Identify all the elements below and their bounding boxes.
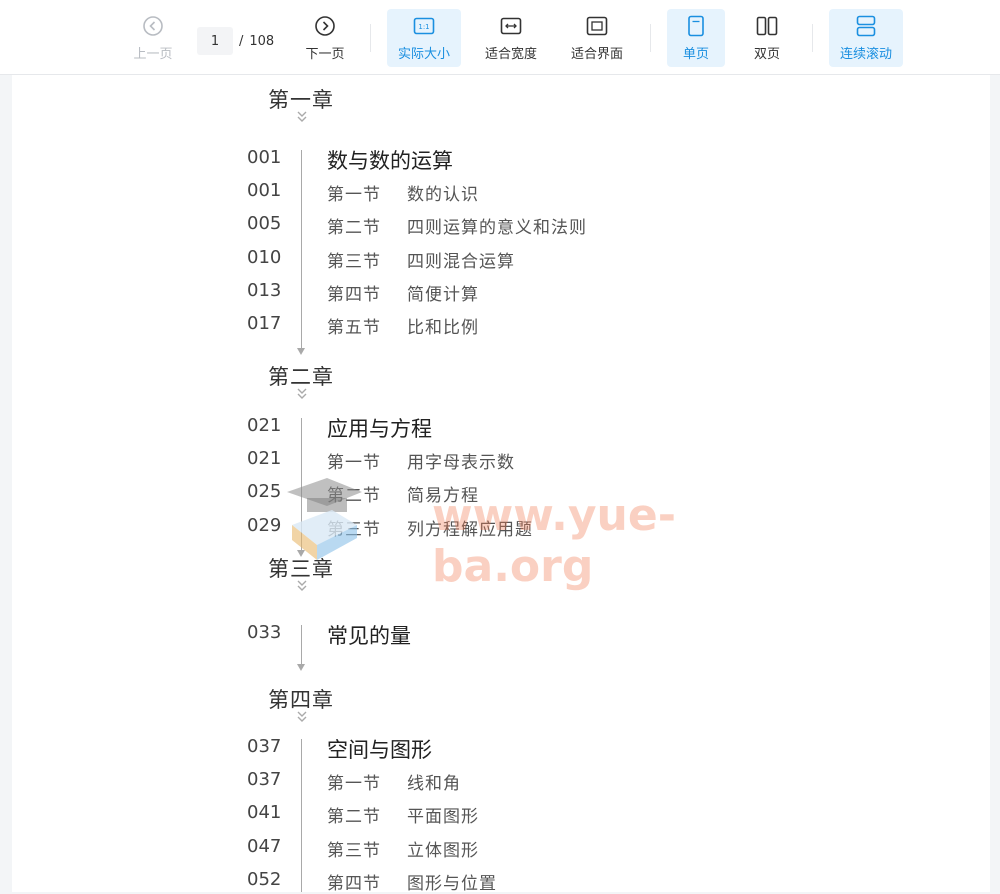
section-label: 第一节 [327, 453, 381, 474]
section-page: 005 [247, 213, 282, 235]
fit-width-icon [500, 17, 522, 34]
timeline-line [297, 418, 305, 557]
main-entry-page: 021 [247, 415, 282, 436]
toolbar-divider [812, 24, 813, 52]
section-label: 第四节 [327, 284, 381, 305]
double-chevron-down-icon [297, 388, 307, 399]
fit-width-label: 适合宽度 [484, 46, 537, 62]
section-title[interactable]: 四则混合运算 [407, 247, 515, 272]
section-label: 第二节 [327, 486, 381, 507]
section-page: 037 [247, 769, 282, 791]
section-label: 第三节 [327, 519, 381, 540]
section-title[interactable]: 平面图形 [407, 802, 479, 827]
section-title[interactable]: 四则运算的意义和法则 [407, 213, 587, 238]
main-entry-title[interactable]: 应用与方程 [327, 413, 432, 443]
section-label: 第二节 [327, 218, 381, 239]
single-page-label: 单页 [682, 46, 709, 62]
double-chevron-down-icon [297, 711, 307, 722]
single-page-button[interactable]: 单页 [667, 9, 725, 67]
section-page: 001 [247, 180, 282, 202]
section-page: 025 [247, 481, 282, 503]
main-entry-page: 037 [247, 736, 282, 757]
chevron-left-circle-icon [143, 15, 163, 36]
main-entry-page: 033 [247, 622, 282, 643]
arrow-down-icon [297, 664, 305, 671]
fit-width-button[interactable]: 适合宽度 [474, 9, 548, 67]
page-separator: / [239, 33, 244, 49]
actual-size-icon: 1:1 [413, 17, 435, 34]
timeline-line [297, 150, 305, 356]
section-page: 017 [247, 313, 282, 334]
timeline-line [297, 625, 305, 671]
section-label: 第二节 [327, 807, 381, 828]
main-entry-title[interactable]: 空间与图形 [327, 734, 432, 764]
section-page: 021 [247, 448, 282, 470]
section-title[interactable]: 数的认识 [407, 180, 479, 205]
section-title[interactable]: 图形与位置 [407, 869, 497, 894]
section-title[interactable]: 线和角 [407, 769, 461, 794]
next-page-button[interactable]: 下一页 [296, 9, 354, 67]
fit-screen-button[interactable]: 适合界面 [560, 9, 634, 67]
document-page: 第一章 001 数与数的运算 001 第一节 数的认识 005 第二节 四则运算的意义和法则 01… [12, 75, 990, 894]
double-chevron-down-icon [297, 111, 307, 122]
actual-size-icon-text: 1:1 [418, 23, 429, 31]
section-page: 052 [247, 868, 282, 890]
continuous-scroll-button[interactable]: 连续滚动 [829, 9, 903, 67]
next-page-label: 下一页 [305, 46, 345, 62]
section-page: 013 [247, 279, 282, 301]
section-title[interactable]: 简便计算 [407, 280, 479, 305]
timeline-line [301, 739, 302, 892]
section-label: 第一节 [327, 185, 381, 206]
total-pages: 108 [249, 33, 275, 49]
continuous-scroll-icon [856, 15, 876, 36]
section-label: 第五节 [327, 318, 381, 338]
double-page-button[interactable]: 双页 [738, 9, 796, 67]
continuous-scroll-label: 连续滚动 [839, 46, 892, 62]
toolbar-divider [370, 24, 371, 52]
section-title[interactable]: 列方程解应用题 [407, 515, 533, 540]
double-page-icon [756, 16, 778, 35]
section-title[interactable]: 比和比例 [407, 313, 479, 338]
fit-screen-icon [586, 16, 608, 35]
prev-page-label: 上一页 [133, 46, 173, 62]
section-title[interactable]: 用字母表示数 [407, 448, 515, 473]
section-page: 047 [247, 835, 282, 857]
section-label: 第三节 [327, 840, 381, 861]
fit-screen-label: 适合界面 [570, 46, 623, 62]
actual-size-label: 实际大小 [397, 46, 450, 62]
main-entry-page: 001 [247, 147, 282, 168]
section-page: 041 [247, 802, 282, 824]
actual-size-button[interactable]: 1:1 实际大小 [387, 9, 461, 67]
section-title[interactable]: 立体图形 [407, 836, 479, 861]
double-page-label: 双页 [753, 46, 780, 62]
section-label: 第四节 [327, 873, 381, 894]
double-chevron-down-icon [297, 580, 307, 591]
section-label: 第一节 [327, 774, 381, 795]
single-page-icon [688, 15, 704, 36]
toolbar-divider [650, 24, 651, 52]
main-entry-title[interactable]: 数与数的运算 [327, 145, 453, 175]
prev-page-button[interactable]: 上一页 [124, 9, 182, 67]
section-title[interactable]: 简易方程 [407, 481, 479, 506]
main-entry-title[interactable]: 常见的量 [327, 620, 411, 650]
section-page: 010 [247, 246, 282, 268]
page-indicator: 1 / 108 [197, 27, 283, 55]
arrow-down-icon [297, 348, 305, 356]
current-page-input[interactable]: 1 [197, 27, 233, 55]
section-label: 第三节 [327, 251, 381, 272]
viewer-toolbar: 上一页 1 / 108 下一页 1:1 实际大小 适合宽度 适合界面 单页 双页… [0, 0, 1000, 75]
section-page: 029 [247, 514, 282, 536]
table-of-contents: 第一章 001 数与数的运算 001 第一节 数的认识 005 第二节 四则运算的意义和法则 01… [12, 75, 990, 894]
chevron-right-circle-icon [315, 15, 335, 36]
